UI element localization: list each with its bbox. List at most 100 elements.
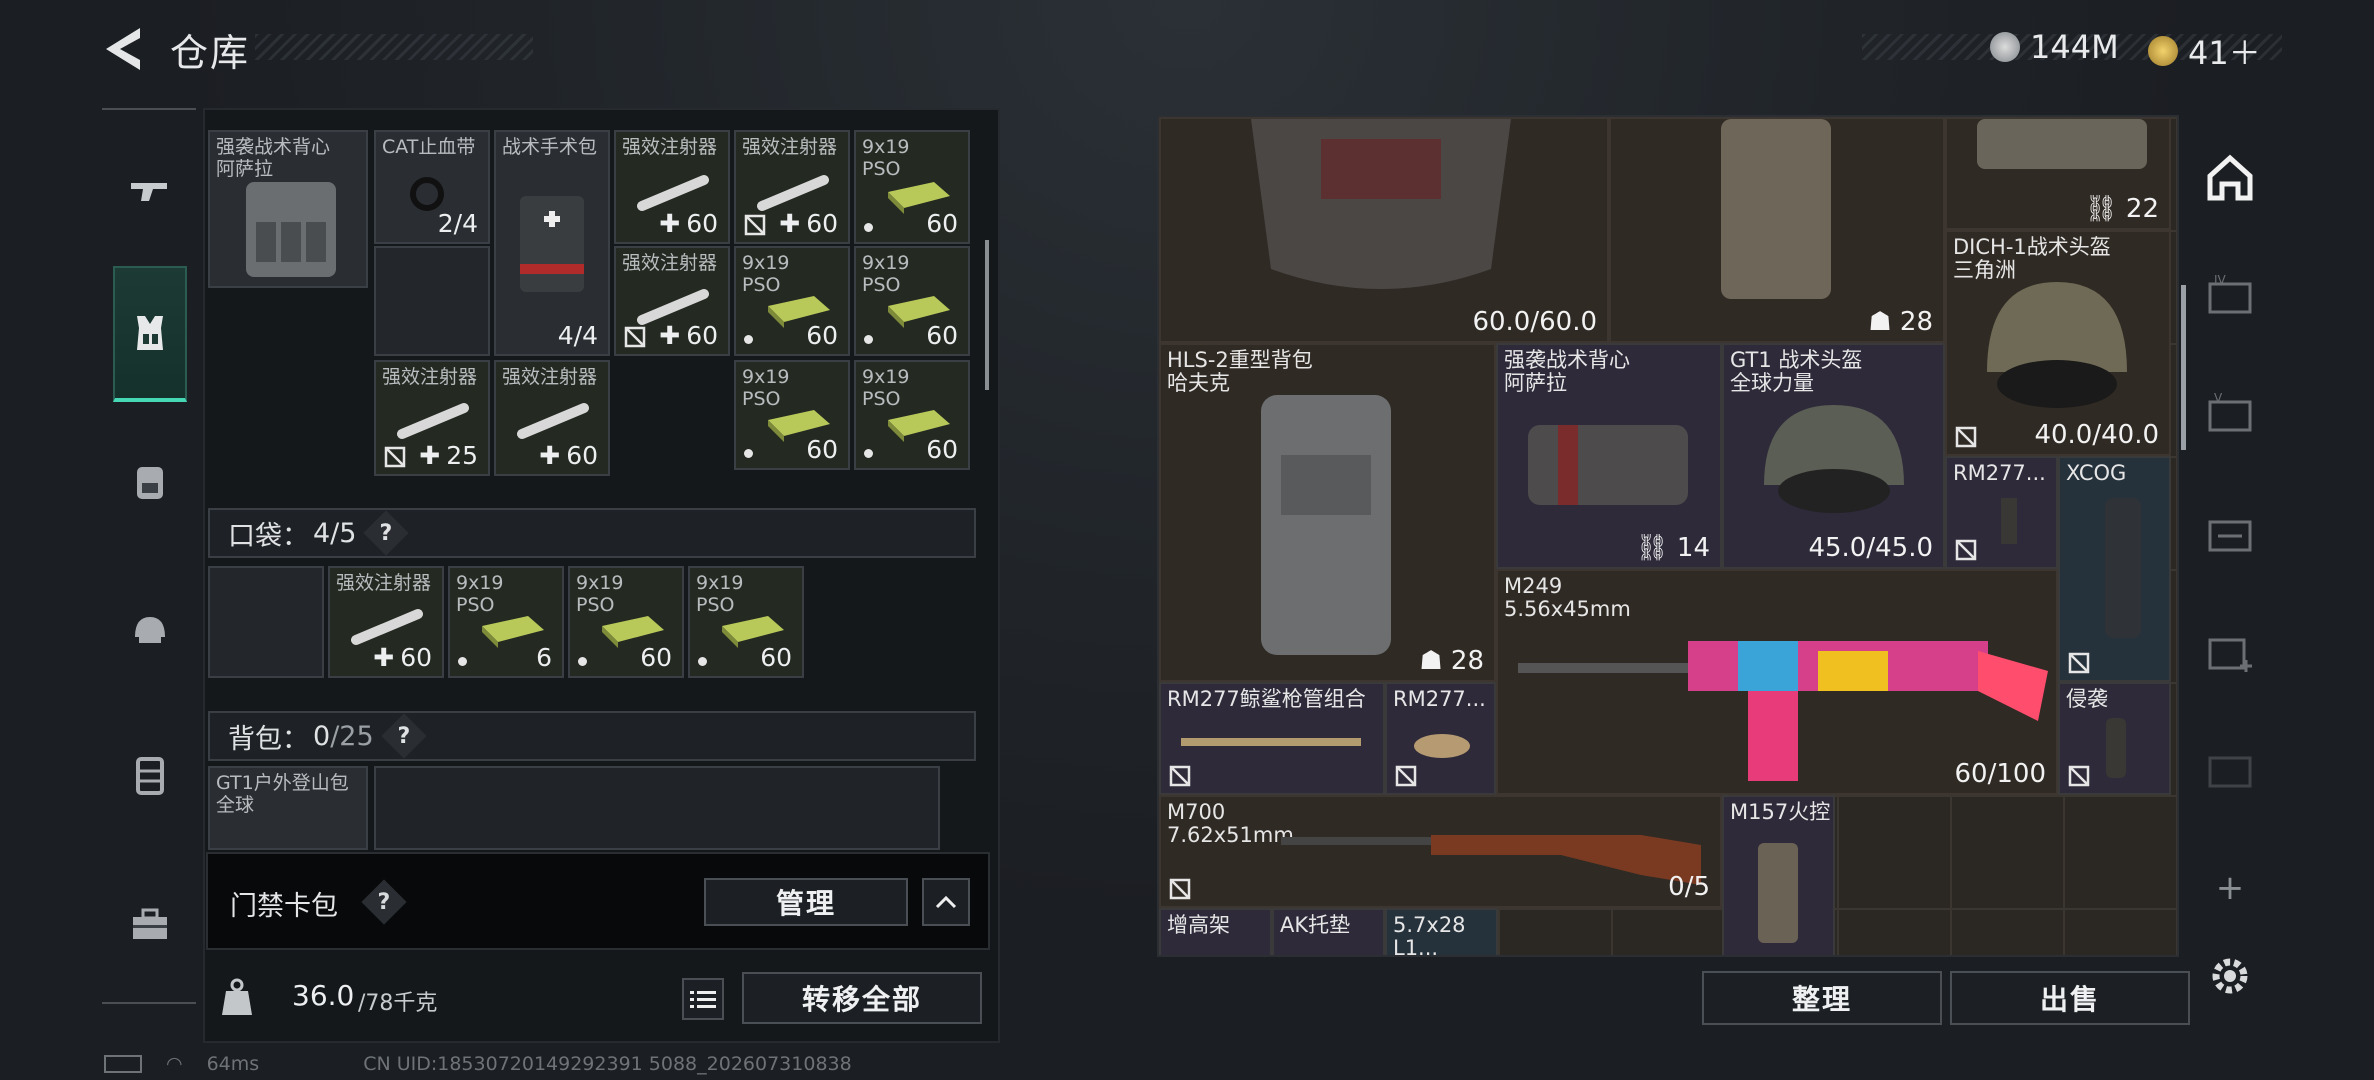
- stash-item-rm277-muzzle[interactable]: RM277...: [1385, 682, 1496, 795]
- no-sell-icon: [384, 446, 406, 468]
- grid-item-injector[interactable]: 强效注射器 ✚ 60: [494, 360, 610, 476]
- help-icon[interactable]: ?: [363, 510, 410, 556]
- item-count: 0/5: [1668, 872, 1710, 902]
- stash-home-icon[interactable]: [2200, 148, 2260, 208]
- sell-button[interactable]: 出售: [1950, 971, 2190, 1025]
- grid-item-injector[interactable]: 强效注射器 ✚ 60: [734, 130, 850, 244]
- item-count: 60: [760, 643, 792, 672]
- backpack-count: 0: [313, 720, 331, 752]
- pocket-item-ammo[interactable]: 9x19 PSO 60: [688, 566, 804, 678]
- no-sell-icon: [1955, 539, 1977, 561]
- injector-image: [757, 175, 829, 211]
- backpack-image: [1261, 395, 1391, 655]
- backpack-grid[interactable]: [374, 766, 940, 850]
- silver-coin-icon: [1990, 32, 2020, 62]
- expand-icon[interactable]: [922, 878, 970, 926]
- tourniquet-image: [410, 177, 444, 211]
- weight-max: /78千克: [358, 991, 438, 1016]
- dot-icon: [698, 657, 707, 666]
- backpack-header: 背包： 0 /25 ?: [208, 711, 976, 761]
- stash-item-57-ammo[interactable]: 5.7x28 L1...: [1385, 908, 1498, 955]
- pocket-empty-slot[interactable]: [208, 566, 324, 678]
- stash-item-xcog[interactable]: XCOG: [2058, 456, 2171, 682]
- help-icon[interactable]: ?: [361, 879, 407, 925]
- item-count: 60: [640, 643, 672, 672]
- stash-item-riser[interactable]: 增高架: [1159, 908, 1272, 955]
- stash-tab-5-icon[interactable]: V: [2200, 384, 2260, 444]
- stash-item-rig[interactable]: ⛓ 22: [1945, 117, 2171, 230]
- sort-button[interactable]: 整理: [1702, 971, 1942, 1025]
- stash-item-dich-helmet[interactable]: DICH-1战术头盔 三角洲 40.0/40.0: [1945, 230, 2171, 456]
- stash-item-m157[interactable]: M157火控: [1722, 795, 1835, 955]
- stash-item-gt1-helmet[interactable]: GT1 战术头盔 全球力量 45.0/45.0: [1722, 343, 1945, 569]
- stash-scrollbar[interactable]: [2181, 285, 2186, 450]
- stash-item-armor[interactable]: 60.0/60.0: [1159, 117, 1609, 343]
- stash-item-rm277-part[interactable]: RM277...: [1945, 456, 2058, 569]
- equipment-icon[interactable]: [113, 266, 187, 402]
- grid-item-ammo[interactable]: 9x19 PSO 60: [854, 246, 970, 356]
- chest-rig-icon[interactable]: [112, 738, 188, 814]
- stash-tab-locked-icon[interactable]: [2200, 740, 2260, 800]
- item-label: RM277...: [1953, 461, 2046, 485]
- barrel-image: [1181, 738, 1361, 746]
- grid-empty-slot[interactable]: [374, 246, 490, 356]
- pocket-item-ammo[interactable]: 9x19 PSO 60: [568, 566, 684, 678]
- stash-item-raid-grip[interactable]: 侵袭: [2058, 682, 2171, 795]
- backpack-slot[interactable]: GT1户外登山包 全球: [208, 766, 368, 850]
- injector-image: [637, 289, 709, 325]
- back-arrow-icon[interactable]: [100, 24, 144, 74]
- gold-currency[interactable]: 41＋: [2148, 28, 2261, 74]
- pocket-label: 口袋：: [228, 520, 309, 552]
- stash-item-m249[interactable]: M249 5.56x45mm 60/100: [1496, 569, 2058, 795]
- grid-item-ammo[interactable]: 9x19 PSO 60: [854, 360, 970, 470]
- no-sell-icon: [2068, 765, 2090, 787]
- grid-item-ammo[interactable]: 9x19 PSO 60: [734, 360, 850, 470]
- stash-item-hls2-backpack[interactable]: HLS-2重型背包 哈夫克 ☗ 28: [1159, 343, 1496, 682]
- item-label: 强效注射器: [622, 136, 718, 158]
- item-count: ✚ 25: [419, 441, 478, 470]
- item-label: M157火控: [1730, 800, 1831, 824]
- add-icon[interactable]: +: [2200, 868, 2260, 908]
- vest-image: [246, 182, 336, 277]
- vest-slot[interactable]: 强袭战术背心 阿萨拉: [208, 130, 368, 288]
- stash-item-rm277-barrel[interactable]: RM277鲸鲨枪管组合: [1159, 682, 1385, 795]
- weapon-icon[interactable]: [112, 152, 188, 228]
- grid-item-injector[interactable]: 强效注射器 ✚ 60: [614, 130, 730, 244]
- grid-item-ammo[interactable]: 9x19 PSO 60: [734, 246, 850, 356]
- stash-item-ak-buttpad[interactable]: AK托垫: [1272, 908, 1385, 955]
- nav-divider-top: [102, 108, 196, 110]
- pocket-item-ammo[interactable]: 9x19 PSO 6: [448, 566, 564, 678]
- grid-item-ammo[interactable]: 9x19 PSO 60: [854, 130, 970, 244]
- pocket-item-injector[interactable]: 强效注射器 ✚ 60: [328, 566, 444, 678]
- backpack-icon[interactable]: [112, 444, 188, 520]
- item-count: 40.0/40.0: [2034, 420, 2159, 450]
- grid-item-tourniquet[interactable]: CAT止血带 2/4: [374, 130, 490, 244]
- list-icon[interactable]: [682, 978, 724, 1020]
- stash-add-tab-icon[interactable]: [2200, 622, 2260, 682]
- backpack-label: 背包：: [228, 723, 309, 755]
- helmet-icon[interactable]: [112, 592, 188, 668]
- stash-item-m700[interactable]: M700 7.62x51mm 0/5: [1159, 795, 1722, 908]
- stash-tab-6-icon[interactable]: [2200, 504, 2260, 564]
- transfer-all-button[interactable]: 转移全部: [742, 972, 982, 1024]
- item-label: RM277...: [1393, 687, 1486, 711]
- settings-gear-icon[interactable]: [2200, 946, 2260, 1006]
- armor-image: [1251, 119, 1511, 289]
- left-scrollbar[interactable]: [985, 240, 989, 390]
- grid-item-surgery-kit[interactable]: 战术手术包 4/4: [494, 130, 610, 356]
- injector-image: [397, 403, 469, 439]
- help-icon[interactable]: ?: [381, 713, 427, 759]
- manage-button[interactable]: 管理: [704, 878, 908, 926]
- stash-item-assault-vest[interactable]: 强袭战术背心 阿萨拉 ⛓ 14: [1496, 343, 1722, 569]
- uid-text: CN UID:18530720149292391 5088_2026073108…: [363, 1053, 852, 1075]
- toolbox-icon[interactable]: [112, 886, 188, 962]
- item-label: GT1户外登山包 全球: [216, 772, 349, 816]
- item-count: 60: [806, 321, 838, 350]
- stash-item-vest[interactable]: ☗ 28: [1609, 117, 1945, 343]
- item-count: ☗ 28: [1419, 646, 1484, 676]
- silver-currency[interactable]: 144M: [1990, 28, 2119, 66]
- vest-image: [1721, 119, 1831, 299]
- grid-item-injector[interactable]: 强效注射器 ✚ 25: [374, 360, 490, 476]
- stash-tab-4-icon[interactable]: IV: [2200, 266, 2260, 326]
- grid-item-injector[interactable]: 强效注射器 ✚ 60: [614, 246, 730, 356]
